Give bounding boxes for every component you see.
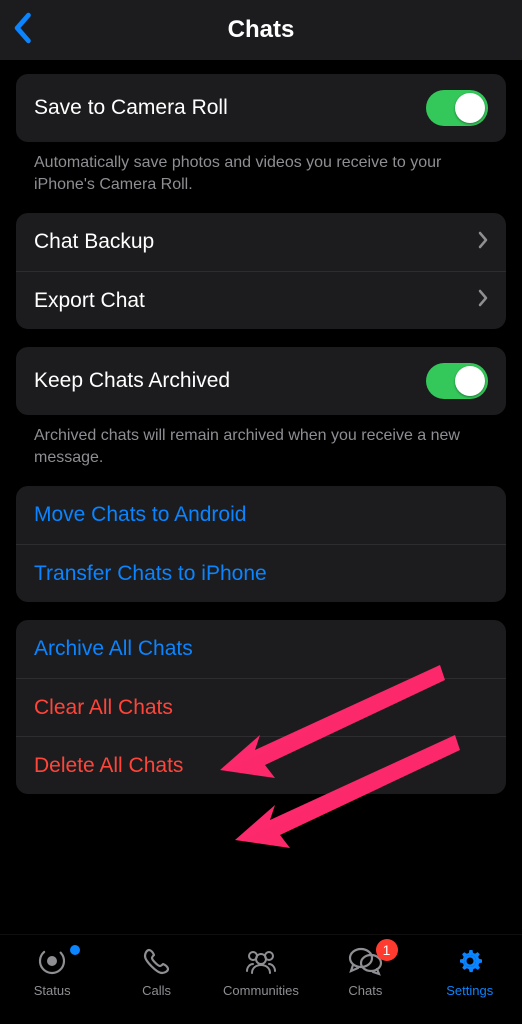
back-button[interactable] (12, 0, 32, 60)
row-label: Archive All Chats (34, 637, 193, 661)
row-label: Chat Backup (34, 230, 154, 254)
row-clear-all[interactable]: Clear All Chats (16, 678, 506, 736)
row-label: Transfer Chats to iPhone (34, 562, 267, 586)
chevron-right-icon (478, 289, 488, 312)
tab-label: Chats (348, 983, 382, 998)
toggle-knob (455, 366, 485, 396)
chevron-left-icon (12, 12, 32, 49)
group-keep-archived: Keep Chats Archived (16, 347, 506, 415)
toggle-save-camera-roll[interactable] (426, 90, 488, 126)
tab-label: Settings (446, 983, 493, 998)
group-actions: Archive All Chats Clear All Chats Delete… (16, 620, 506, 794)
group-camera-roll: Save to Camera Roll (16, 74, 506, 142)
header: Chats (0, 0, 522, 60)
row-label: Export Chat (34, 289, 145, 313)
chevron-right-icon (478, 231, 488, 254)
row-export-chat[interactable]: Export Chat (16, 271, 506, 329)
tabbar: Status Calls Communities (0, 934, 522, 1024)
row-label: Move Chats to Android (34, 503, 246, 527)
tab-settings[interactable]: Settings (418, 943, 522, 998)
row-save-camera-roll[interactable]: Save to Camera Roll (16, 74, 506, 142)
row-label: Clear All Chats (34, 696, 173, 720)
content: Save to Camera Roll Automatically save p… (0, 60, 522, 934)
tab-label: Communities (223, 983, 299, 998)
row-delete-all[interactable]: Delete All Chats (16, 736, 506, 794)
chats-badge: 1 (376, 939, 398, 961)
row-chat-backup[interactable]: Chat Backup (16, 213, 506, 271)
footer-camera-roll: Automatically save photos and videos you… (16, 142, 506, 195)
row-transfer-iphone[interactable]: Transfer Chats to iPhone (16, 544, 506, 602)
tab-chats[interactable]: 1 Chats (313, 943, 417, 998)
group-backup: Chat Backup Export Chat (16, 213, 506, 329)
footer-keep-archived: Archived chats will remain archived when… (16, 415, 506, 468)
toggle-knob (455, 93, 485, 123)
communities-icon (243, 943, 279, 979)
toggle-keep-archived[interactable] (426, 363, 488, 399)
tab-status[interactable]: Status (0, 943, 104, 998)
tab-label: Calls (142, 983, 171, 998)
tab-communities[interactable]: Communities (209, 943, 313, 998)
phone-icon (139, 943, 175, 979)
tab-calls[interactable]: Calls (104, 943, 208, 998)
row-label: Keep Chats Archived (34, 369, 230, 393)
tab-label: Status (34, 983, 71, 998)
status-icon (34, 943, 70, 979)
gear-icon (452, 943, 488, 979)
group-transfer: Move Chats to Android Transfer Chats to … (16, 486, 506, 602)
status-notification-dot (70, 945, 80, 955)
row-label: Save to Camera Roll (34, 96, 228, 120)
row-keep-archived[interactable]: Keep Chats Archived (16, 347, 506, 415)
row-label: Delete All Chats (34, 754, 183, 778)
row-archive-all[interactable]: Archive All Chats (16, 620, 506, 678)
row-move-android[interactable]: Move Chats to Android (16, 486, 506, 544)
page-title: Chats (228, 16, 295, 44)
